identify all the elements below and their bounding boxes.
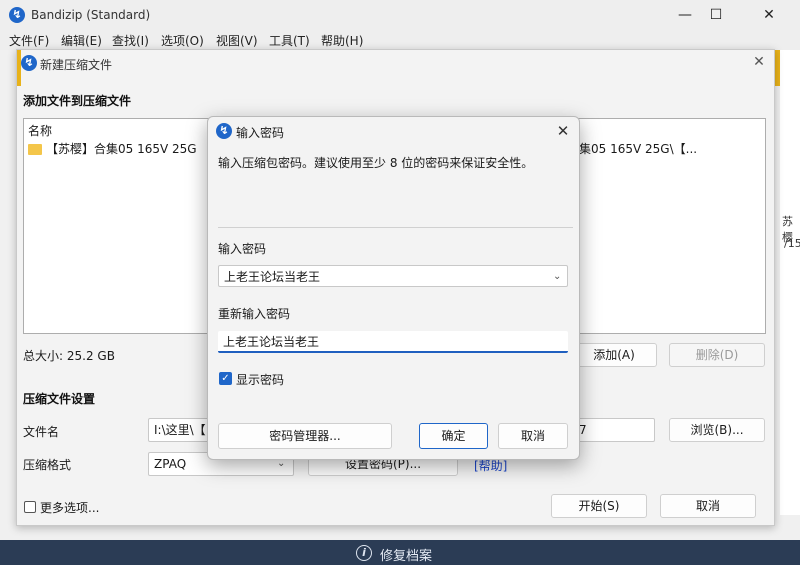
reenter-password-label: 重新输入密码 [218, 307, 291, 321]
list-item[interactable]: 【苏樱】合集05 165V 25G [46, 140, 197, 157]
close-button[interactable]: ✕ [747, 2, 791, 28]
section-add-files: 添加文件到压缩文件 [23, 94, 132, 108]
section-archive-settings: 压缩文件设置 [23, 392, 96, 406]
menu-file[interactable]: 文件(F) [9, 32, 49, 49]
reenter-password-input[interactable]: 上老王论坛当老王 [218, 331, 568, 353]
browse-button[interactable]: 浏览(B)... [669, 418, 765, 442]
menu-view[interactable]: 视图(V) [216, 32, 258, 49]
window-title: Bandizip (Standard) [31, 8, 151, 22]
show-password-label[interactable]: 显示密码 [236, 371, 284, 388]
title-bar: ↯ Bandizip (Standard) — ☐ ✕ [0, 0, 800, 30]
dialog-title: 新建压缩文件 [40, 58, 113, 72]
filename-label: 文件名 [23, 425, 60, 439]
background-file-pane: 苏樱 /15 [780, 50, 800, 515]
column-header-name: 名称 [28, 124, 53, 138]
ok-button[interactable]: 确定 [419, 423, 488, 449]
password-label: 输入密码 [218, 242, 267, 256]
menu-find[interactable]: 查找(I) [112, 32, 149, 49]
info-icon: i [356, 545, 372, 561]
bandizip-logo-icon: ↯ [21, 55, 37, 71]
format-label: 压缩格式 [23, 458, 72, 472]
password-hint-message: 输入压缩包密码。建议使用至少 8 位的密码来保证安全性。 [218, 156, 534, 170]
repair-archive-label[interactable]: 修复档案 [380, 545, 432, 564]
maximize-button[interactable]: ☐ [694, 2, 738, 28]
menu-edit[interactable]: 编辑(E) [61, 32, 102, 49]
chevron-down-icon[interactable]: ⌄ [553, 266, 561, 288]
password-dialog: ↯ 输入密码 ✕ 输入压缩包密码。建议使用至少 8 位的密码来保证安全性。 输入… [207, 116, 580, 460]
menu-bar: 文件(F) 编辑(E) 查找(I) 选项(O) 视图(V) 工具(T) 帮助(H… [0, 30, 800, 50]
filename-value: I:\这里\【 [154, 423, 206, 437]
menu-tools[interactable]: 工具(T) [269, 32, 310, 49]
delete-button[interactable]: 删除(D) [669, 343, 765, 367]
dialog-title: 输入密码 [236, 126, 285, 140]
more-options-checkbox[interactable] [24, 501, 36, 513]
filename-tail: 7 [579, 423, 587, 437]
add-button[interactable]: 添加(A) [571, 343, 657, 367]
menu-options[interactable]: 选项(O) [161, 32, 204, 49]
password-combobox[interactable]: 上老王论坛当老王 ⌄ [218, 265, 568, 287]
cancel-button[interactable]: 取消 [498, 423, 568, 449]
divider [218, 227, 573, 228]
notice-strip [17, 50, 21, 86]
password-manager-button[interactable]: 密码管理器... [218, 423, 392, 449]
close-icon[interactable]: ✕ [749, 52, 769, 72]
show-password-checkbox[interactable]: ✓ [219, 372, 232, 385]
bg-pane-text: /15 [784, 237, 800, 250]
cancel-button[interactable]: 取消 [660, 494, 756, 518]
reenter-password-value: 上老王论坛当老王 [223, 335, 320, 349]
password-value: 上老王论坛当老王 [224, 270, 321, 284]
bandizip-logo-icon: ↯ [216, 123, 232, 139]
folder-icon [28, 144, 42, 155]
more-options-label[interactable]: 更多选项... [40, 499, 99, 516]
list-item-path: 集05 165V 25G\【... [579, 142, 698, 156]
notice-strip [775, 50, 780, 86]
total-size: 总大小: 25.2 GB [23, 349, 115, 363]
close-icon[interactable]: ✕ [552, 120, 574, 142]
menu-help[interactable]: 帮助(H) [321, 32, 363, 49]
bandizip-logo-icon: ↯ [9, 7, 25, 23]
format-value: ZPAQ [154, 457, 187, 471]
start-button[interactable]: 开始(S) [551, 494, 647, 518]
